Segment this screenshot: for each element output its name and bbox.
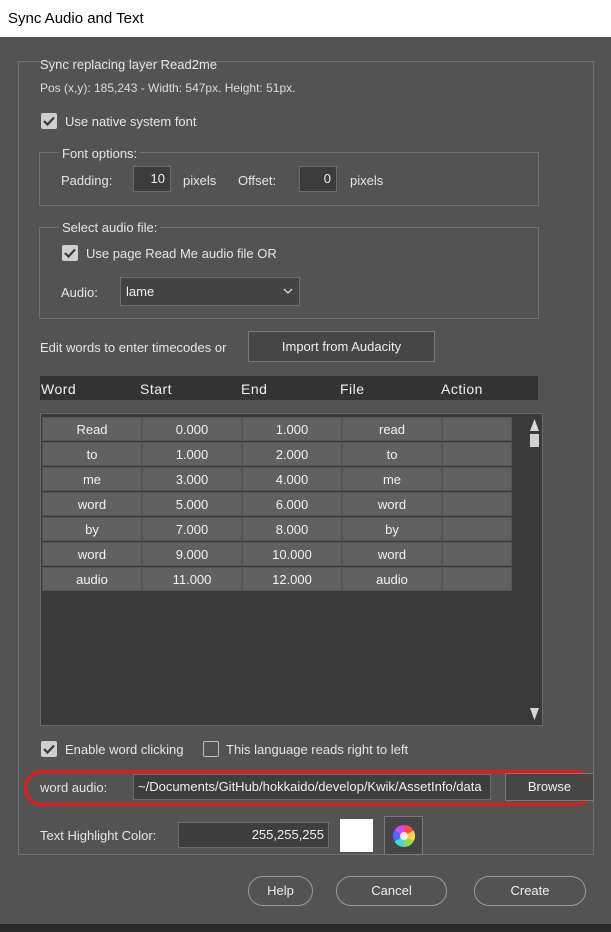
cell-word[interactable]: Read [42,417,142,441]
cell-action[interactable] [442,492,512,516]
word-audio-path-input[interactable]: ~/Documents/GitHub/hokkaido/develop/Kwik… [133,774,491,800]
cell-word[interactable]: by [42,517,142,541]
column-header-start: Start [140,381,173,397]
cell-start[interactable]: 7.000 [142,517,242,541]
cell-start[interactable]: 1.000 [142,442,242,466]
cell-file[interactable]: by [342,517,442,541]
cell-action[interactable] [442,517,512,541]
scroll-down-arrow-icon[interactable] [529,707,540,721]
cell-action[interactable] [442,467,512,491]
checkmark-icon [43,116,55,127]
cell-file[interactable]: read [342,417,442,441]
right-to-left-label: This language reads right to left [226,742,409,757]
cell-word[interactable]: word [42,542,142,566]
cell-action[interactable] [442,417,512,441]
color-wheel-icon [393,825,415,847]
column-header-word: Word [41,381,77,397]
padding-input[interactable]: 10 [133,166,171,192]
import-audacity-button[interactable]: Import from Audacity [248,331,435,362]
table-header: Word Start End File Action [40,376,538,400]
help-button[interactable]: Help [248,876,313,906]
native-font-label: Use native system font [65,114,197,129]
bottom-edge-strip [0,924,611,932]
column-header-end: End [241,381,268,397]
layer-position: Pos (x,y): 185,243 - Width: 547px. Heigh… [40,81,296,95]
cancel-button[interactable]: Cancel [336,876,447,906]
color-picker-button[interactable] [384,816,423,855]
cell-action[interactable] [442,442,512,466]
cell-end[interactable]: 6.000 [242,492,342,516]
browse-button[interactable]: Browse [505,773,594,801]
use-page-audio-label: Use page Read Me audio file OR [86,246,277,261]
create-button[interactable]: Create [474,876,586,906]
cell-action[interactable] [442,542,512,566]
cell-word[interactable]: me [42,467,142,491]
cell-word[interactable]: to [42,442,142,466]
offset-label: Offset: [238,173,277,188]
layer-title: Sync replacing layer Read2me [40,57,218,72]
table-scrollbar[interactable] [527,414,542,725]
cell-file[interactable]: to [342,442,442,466]
enable-word-clicking-checkbox[interactable] [41,741,57,757]
column-header-file: File [340,381,365,397]
padding-unit: pixels [183,173,217,188]
chevron-down-icon [283,288,293,294]
main-panel: Sync replacing layer Read2me Pos (x,y): … [18,57,594,855]
right-to-left-checkbox[interactable] [203,741,219,757]
column-header-action: Action [441,381,483,397]
cell-file[interactable]: me [342,467,442,491]
offset-unit: pixels [350,173,384,188]
cell-action[interactable] [442,567,512,591]
use-page-audio-checkbox[interactable] [62,245,78,261]
cell-word[interactable]: audio [42,567,142,591]
audio-label: Audio: [61,285,98,300]
edit-words-label: Edit words to enter timecodes or [40,340,227,355]
cell-start[interactable]: 9.000 [142,542,242,566]
cell-start[interactable]: 11.000 [142,567,242,591]
highlight-color-swatch[interactable] [340,819,373,852]
window-title: Sync Audio and Text [8,10,144,27]
offset-input[interactable]: 0 [299,166,337,192]
enable-word-clicking-label: Enable word clicking [65,742,184,757]
cell-end[interactable]: 2.000 [242,442,342,466]
audio-file-title: Select audio file: [59,220,161,235]
window-titlebar: Sync Audio and Text [0,0,611,37]
cell-file[interactable]: audio [342,567,442,591]
scrollbar-thumb[interactable] [530,434,539,447]
word-audio-label: word audio: [40,780,108,795]
cell-start[interactable]: 0.000 [142,417,242,441]
cell-word[interactable]: word [42,492,142,516]
highlight-color-label: Text Highlight Color: [40,828,157,843]
cell-end[interactable]: 8.000 [242,517,342,541]
audio-select-value: lame [126,284,155,299]
native-font-checkbox[interactable] [41,113,57,129]
highlight-color-input[interactable]: 255,255,255 [178,822,329,848]
word-table: Read 0.000 1.000 read to 1.000 2.000 to … [40,413,543,726]
cell-file[interactable]: word [342,542,442,566]
cell-end[interactable]: 1.000 [242,417,342,441]
checkmark-icon [43,744,55,755]
cell-start[interactable]: 3.000 [142,467,242,491]
cell-start[interactable]: 5.000 [142,492,242,516]
padding-label: Padding: [61,173,113,188]
checkmark-icon [64,248,76,259]
font-options-title: Font options: [59,146,141,161]
scroll-up-arrow-icon[interactable] [529,418,540,432]
cell-end[interactable]: 4.000 [242,467,342,491]
cell-end[interactable]: 12.000 [242,567,342,591]
audio-select[interactable]: lame [120,277,300,306]
cell-end[interactable]: 10.000 [242,542,342,566]
cell-file[interactable]: word [342,492,442,516]
